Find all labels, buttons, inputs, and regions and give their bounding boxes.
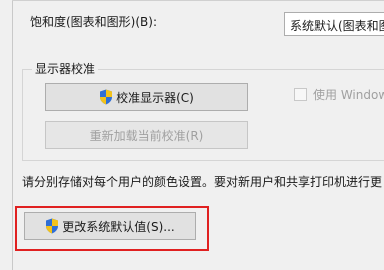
reload-calibration-button[interactable]: 重新加载当前校准(R) bbox=[45, 121, 248, 149]
calibrate-display-button[interactable]: 校准显示器(C) bbox=[45, 83, 248, 111]
saturation-label: 饱和度(图表和图形)(B): bbox=[30, 15, 158, 29]
shield-icon bbox=[46, 218, 59, 234]
shield-icon bbox=[100, 89, 113, 105]
change-system-defaults-label: 更改系统默认值(S)... bbox=[62, 219, 175, 234]
saturation-dropdown[interactable]: 系统默认(图表和图形) bbox=[284, 12, 384, 36]
dialog-left-border bbox=[12, 0, 13, 270]
calibrate-display-label: 校准显示器(C) bbox=[116, 90, 194, 105]
change-system-defaults-button[interactable]: 更改系统默认值(S)... bbox=[24, 212, 196, 240]
dialog-top-border bbox=[12, 0, 384, 1]
windows-calibration-checkbox-row[interactable]: 使用 Windows bbox=[294, 86, 384, 103]
windows-calibration-label: 使用 Windows bbox=[313, 88, 384, 102]
windows-calibration-checkbox[interactable] bbox=[294, 88, 307, 101]
reload-calibration-label: 重新加载当前校准(R) bbox=[89, 128, 204, 143]
color-settings-description: 请分别存储对每个用户的颜色设置。要对新用户和共享打印机进行更 bbox=[22, 175, 383, 189]
group-title: 显示器校准 bbox=[32, 60, 99, 77]
